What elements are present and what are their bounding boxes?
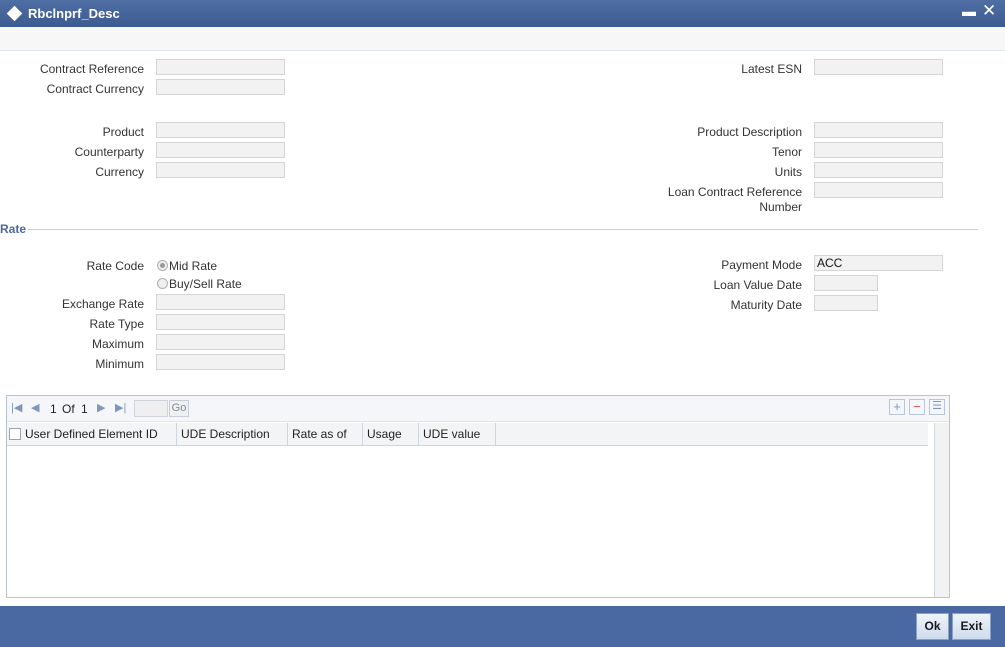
currency-field[interactable] [156, 162, 285, 178]
latest-esn-field[interactable] [814, 59, 943, 75]
add-row-icon[interactable]: + [889, 399, 905, 415]
counterparty-field[interactable] [156, 142, 285, 158]
column-header-ude-value[interactable]: UDE value [419, 423, 496, 445]
mid-rate-radio[interactable] [157, 260, 168, 271]
currency-label: Currency [95, 165, 144, 179]
loan-contract-reference-label-line2: Number [759, 200, 802, 214]
counterparty-label: Counterparty [74, 145, 144, 159]
buy-sell-rate-label: Buy/Sell Rate [169, 277, 242, 291]
page-of-label: Of [62, 402, 75, 416]
contract-currency-label: Contract Currency [46, 82, 144, 96]
rate-section-title: Rate [0, 222, 27, 236]
exchange-rate-label: Exchange Rate [61, 297, 144, 311]
rate-code-label: Rate Code [86, 259, 144, 273]
units-label: Units [774, 165, 802, 179]
close-icon[interactable]: ✕ [982, 1, 996, 21]
mid-rate-label: Mid Rate [169, 259, 218, 273]
loan-value-date-field[interactable] [814, 275, 878, 291]
rate-type-label: Rate Type [89, 317, 144, 331]
loan-value-date-label: Loan Value Date [713, 278, 802, 292]
product-field[interactable] [156, 122, 285, 138]
tenor-field[interactable] [814, 142, 943, 158]
page-number-input[interactable] [134, 400, 168, 417]
product-description-label: Product Description [697, 125, 802, 139]
previous-page-icon[interactable]: ◀ [31, 401, 39, 414]
toolbar-strip [0, 27, 1005, 51]
maximum-field[interactable] [156, 334, 285, 350]
grid-header: User Defined Element ID UDE Description … [7, 423, 928, 446]
minimum-label: Minimum [95, 357, 144, 371]
loan-contract-reference-field[interactable] [814, 182, 943, 198]
last-page-icon[interactable]: ▶| [115, 401, 126, 414]
contract-reference-field[interactable] [156, 59, 285, 75]
tenor-label: Tenor [771, 145, 802, 159]
title-bar: Rbclnprf_Desc ▬ ✕ [0, 0, 1005, 27]
column-header-ude-description[interactable]: UDE Description [177, 423, 288, 445]
ude-grid: |◀ ◀ 1 Of 1 ▶ ▶| Go + − ☰ User Defined E… [6, 395, 950, 598]
current-page: 1 [50, 402, 57, 416]
maturity-date-field[interactable] [814, 295, 878, 311]
footer-bar [0, 606, 1005, 647]
column-header-ude-id[interactable]: User Defined Element ID [21, 423, 177, 445]
maximum-label: Maximum [91, 337, 144, 351]
total-pages: 1 [81, 402, 88, 416]
column-header-rate-as-of[interactable]: Rate as of [288, 423, 363, 445]
exchange-rate-field[interactable] [156, 294, 285, 310]
next-page-icon[interactable]: ▶ [97, 401, 105, 414]
contract-reference-label: Contract Reference [39, 62, 144, 76]
delete-row-icon[interactable]: − [909, 399, 925, 415]
maturity-date-label: Maturity Date [730, 298, 802, 312]
payment-mode-label: Payment Mode [721, 258, 802, 272]
app-logo-icon [6, 5, 23, 22]
units-field[interactable] [814, 162, 943, 178]
column-header-usage[interactable]: Usage [363, 423, 419, 445]
loan-contract-reference-label: Loan Contract Reference [667, 185, 802, 199]
payment-mode-field[interactable]: ACC [814, 255, 943, 271]
window-title: Rbclnprf_Desc [28, 6, 120, 21]
minimum-field[interactable] [156, 354, 285, 370]
go-button[interactable]: Go [169, 400, 189, 417]
contract-currency-field[interactable] [156, 79, 285, 95]
grid-scrollbar[interactable] [934, 423, 949, 597]
buy-sell-rate-radio[interactable] [157, 278, 168, 289]
latest-esn-label: Latest ESN [741, 62, 802, 76]
exit-button[interactable]: Exit [952, 613, 991, 640]
minimize-icon[interactable]: ▬ [962, 3, 976, 19]
first-page-icon[interactable]: |◀ [11, 401, 22, 414]
rate-type-field[interactable] [156, 314, 285, 330]
grid-pager: |◀ ◀ 1 Of 1 ▶ ▶| Go + − ☰ [7, 396, 949, 422]
select-all-checkbox[interactable] [9, 428, 21, 440]
product-label: Product [102, 125, 144, 139]
ok-button[interactable]: Ok [916, 613, 949, 640]
view-list-icon[interactable]: ☰ [929, 399, 945, 415]
product-description-field[interactable] [814, 122, 943, 138]
section-divider [28, 229, 978, 230]
